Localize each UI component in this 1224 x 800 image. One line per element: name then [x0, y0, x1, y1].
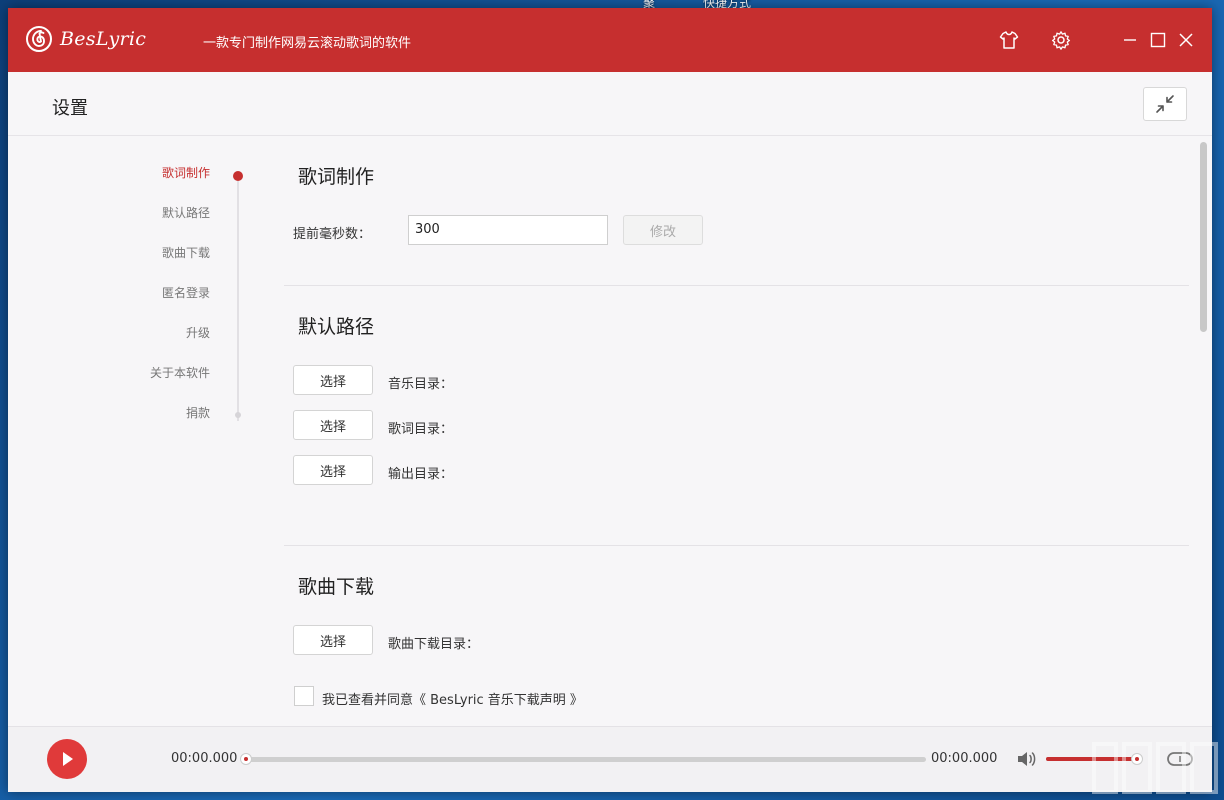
current-time: 00:00.000 [171, 751, 238, 766]
page-title: 设置 [52, 98, 88, 119]
section-divider [284, 285, 1189, 286]
nav-item-anonymous-login[interactable]: 匿名登录 [162, 284, 210, 301]
gear-icon [1051, 31, 1071, 50]
scrollbar-thumb[interactable] [1200, 142, 1207, 332]
agree-checkbox[interactable] [294, 686, 314, 706]
title-bar[interactable]: BesLyric 一款专门制作网易云滚动歌词的软件 [8, 8, 1212, 72]
skin-button[interactable] [997, 28, 1021, 52]
nav-item-default-path[interactable]: 默认路径 [162, 204, 210, 221]
select-music-dir-button[interactable]: 选择 [293, 365, 373, 395]
select-output-dir-button[interactable]: 选择 [293, 455, 373, 485]
settings-button[interactable] [1049, 28, 1073, 52]
skin-shirt-icon [999, 31, 1019, 49]
music-dir-label: 音乐目录： [388, 377, 454, 392]
app-window: BesLyric 一款专门制作网易云滚动歌词的软件 设置 歌词制作 默认路径 歌… [8, 8, 1212, 792]
page-header: 设置 [8, 72, 1212, 136]
player-bar: 00:00.000 00:00.000 [8, 726, 1212, 792]
netease-logo-icon [26, 26, 52, 52]
section-title-lyric: 歌词制作 [298, 166, 375, 188]
select-lyric-dir-button[interactable]: 选择 [293, 410, 373, 440]
download-dir-label: 歌曲下载目录： [388, 637, 480, 652]
section-title-download: 歌曲下载 [298, 576, 375, 598]
loop-icon[interactable] [1166, 749, 1194, 769]
nav-item-about[interactable]: 关于本软件 [150, 364, 210, 381]
progress-knob[interactable] [240, 753, 252, 765]
nav-item-donate[interactable]: 捐款 [186, 404, 210, 421]
play-button[interactable] [47, 739, 87, 779]
volume-knob[interactable] [1131, 753, 1144, 765]
agree-label[interactable]: 我已查看并同意《 BesLyric 音乐下载声明 》 [322, 689, 583, 708]
nav-item-upgrade[interactable]: 升级 [186, 324, 210, 341]
collapse-arrows-icon [1156, 95, 1174, 113]
progress-bar[interactable] [246, 757, 926, 762]
maximize-icon [1150, 32, 1166, 48]
volume-fill [1046, 757, 1138, 761]
section-title-paths: 默认路径 [298, 316, 375, 338]
play-icon [63, 752, 73, 766]
total-time: 00:00.000 [931, 751, 998, 766]
nav-end-marker [235, 412, 241, 418]
advance-ms-input[interactable]: 300 [408, 215, 608, 245]
nav-timeline [237, 181, 239, 421]
modify-button[interactable]: 修改 [623, 215, 703, 245]
nav-item-song-download[interactable]: 歌曲下载 [162, 244, 210, 261]
app-name: BesLyric [60, 28, 147, 50]
minimize-icon [1124, 39, 1136, 41]
minimize-button[interactable] [1118, 28, 1142, 52]
collapse-button[interactable] [1143, 87, 1187, 121]
app-slogan: 一款专门制作网易云滚动歌词的软件 [203, 36, 412, 51]
nav-active-marker [233, 171, 243, 181]
maximize-button[interactable] [1146, 28, 1170, 52]
content-scrollbar[interactable] [1198, 136, 1212, 726]
settings-content: 歌词制作 提前毫秒数： 300 修改 默认路径 选择 音乐目录： 选择 歌词目录… [284, 136, 1189, 726]
select-download-dir-button[interactable]: 选择 [293, 625, 373, 655]
volume-icon[interactable] [1016, 749, 1038, 769]
close-button[interactable] [1174, 28, 1198, 52]
lyric-dir-label: 歌词目录： [388, 422, 454, 437]
settings-nav: 歌词制作 默认路径 歌曲下载 匿名登录 升级 关于本软件 捐款 [8, 136, 258, 726]
volume-slider[interactable] [1046, 757, 1142, 761]
section-divider [284, 545, 1189, 546]
close-icon [1179, 33, 1193, 47]
nav-item-lyric-making[interactable]: 歌词制作 [162, 164, 210, 181]
output-dir-label: 输出目录： [388, 467, 454, 482]
advance-ms-label: 提前毫秒数： [293, 227, 372, 242]
